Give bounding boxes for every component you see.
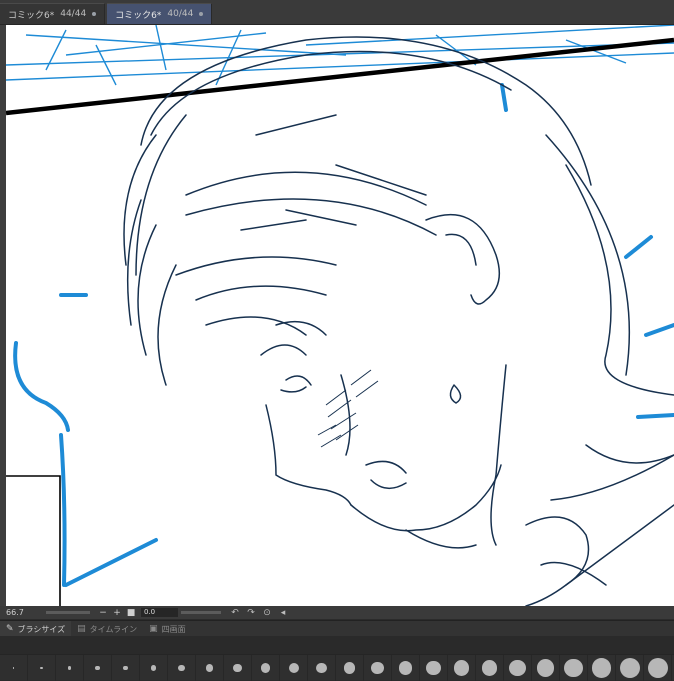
artwork (6, 25, 674, 606)
brush-size-option[interactable] (56, 655, 84, 681)
brush-size-dot (288, 663, 299, 673)
brush-size-dot (67, 666, 72, 670)
brush-size-option[interactable] (504, 655, 532, 681)
brush-size-palette (0, 636, 674, 681)
brush-size-dot (647, 658, 668, 678)
tab-navigator-label: 四画面 (161, 624, 186, 634)
unsaved-dot-icon (199, 12, 204, 16)
brush-size-dot (316, 662, 327, 674)
brush-size-option[interactable] (308, 655, 336, 681)
brush-size-option[interactable] (224, 655, 252, 681)
brush-size-option[interactable] (112, 655, 140, 681)
rotate-left-icon[interactable]: ↶ (227, 608, 243, 618)
zoom-out-icon[interactable]: − (96, 608, 110, 618)
brush-size-option[interactable] (588, 655, 616, 681)
drawing-canvas[interactable] (6, 25, 674, 606)
flip-horizontal-icon[interactable]: ◂ (275, 608, 291, 618)
brush-size-dot (205, 664, 214, 672)
brush-size-dot (619, 658, 640, 678)
timeline-icon: ▤ (77, 624, 86, 634)
rotate-right-icon[interactable]: ↷ (243, 608, 259, 618)
brush-size-option[interactable] (168, 655, 196, 681)
palette-tab-bar: ✎ ブラシサイズ ▤ タイムライン ▣ 四画面 (0, 620, 674, 637)
brush-size-option[interactable] (364, 655, 392, 681)
brush-size-option[interactable] (644, 655, 672, 681)
brush-size-option[interactable] (252, 655, 280, 681)
brush-size-option[interactable] (532, 655, 560, 681)
brush-size-option[interactable] (448, 655, 476, 681)
brush-size-option[interactable] (420, 655, 448, 681)
document-tab-bar: コミック6* 44/44 コミック6* 40/44 (0, 0, 674, 25)
brush-size-option[interactable] (476, 655, 504, 681)
brush-size-option[interactable] (336, 655, 364, 681)
unsaved-dot-icon (92, 12, 97, 16)
brush-size-dot (260, 663, 271, 673)
brush-size-dot (12, 667, 15, 669)
tab-navigator[interactable]: ▣ 四画面 (143, 621, 192, 637)
brush-size-dot (95, 665, 100, 671)
tab-page-count: 40/44 (167, 9, 194, 19)
tab-page-count: 44/44 (60, 9, 87, 19)
brush-size-dot (591, 658, 612, 678)
brush-size-option[interactable] (392, 655, 420, 681)
brush-size-dot (150, 665, 157, 671)
brush-palette-header (0, 636, 674, 655)
reset-rotation-icon[interactable]: ⊙ (259, 608, 275, 618)
brush-size-dot (371, 661, 384, 675)
brush-size-dot (178, 664, 185, 672)
zoom-slider[interactable] (46, 611, 90, 614)
brush-icon: ✎ (6, 624, 14, 634)
brush-size-dot (343, 662, 356, 674)
brush-size-grid (0, 655, 674, 681)
document-tab-1[interactable]: コミック6* 44/44 (0, 3, 106, 24)
navigator-icon: ▣ (149, 624, 158, 634)
brush-size-option[interactable] (280, 655, 308, 681)
brush-size-dot (123, 665, 128, 671)
brush-size-option[interactable] (84, 655, 112, 681)
brush-size-option[interactable] (560, 655, 588, 681)
brush-size-option[interactable] (140, 655, 168, 681)
tab-title: コミック6* (115, 10, 162, 21)
brush-size-dot (233, 663, 242, 673)
brush-size-dot (398, 661, 413, 675)
brush-size-dot (509, 659, 526, 677)
rotation-slider[interactable] (181, 611, 221, 614)
tab-brush-size-label: ブラシサイズ (17, 624, 66, 634)
brush-size-dot (40, 666, 43, 670)
brush-size-dot (564, 658, 583, 678)
tab-timeline-label: タイムライン (89, 624, 138, 634)
brush-size-dot (481, 660, 498, 676)
fit-window-icon[interactable]: ■ (124, 608, 138, 618)
brush-size-option[interactable] (28, 655, 56, 681)
tab-title: コミック6* (8, 10, 55, 21)
zoom-level[interactable]: 66.7 (0, 608, 46, 617)
status-bar: 66.7 − + ■ 0.0 ↶ ↷ ⊙ ◂ (0, 606, 674, 619)
brush-size-option[interactable] (0, 655, 28, 681)
zoom-in-icon[interactable]: + (110, 608, 124, 618)
tab-timeline[interactable]: ▤ タイムライン (71, 621, 143, 637)
tab-brush-size[interactable]: ✎ ブラシサイズ (0, 621, 72, 637)
brush-size-dot (453, 660, 470, 676)
brush-size-option[interactable] (196, 655, 224, 681)
document-tab-2[interactable]: コミック6* 40/44 (107, 3, 213, 24)
brush-size-dot (426, 660, 441, 676)
brush-size-option[interactable] (616, 655, 644, 681)
rotation-angle-field[interactable]: 0.0 (141, 608, 178, 617)
brush-size-dot (536, 659, 555, 677)
